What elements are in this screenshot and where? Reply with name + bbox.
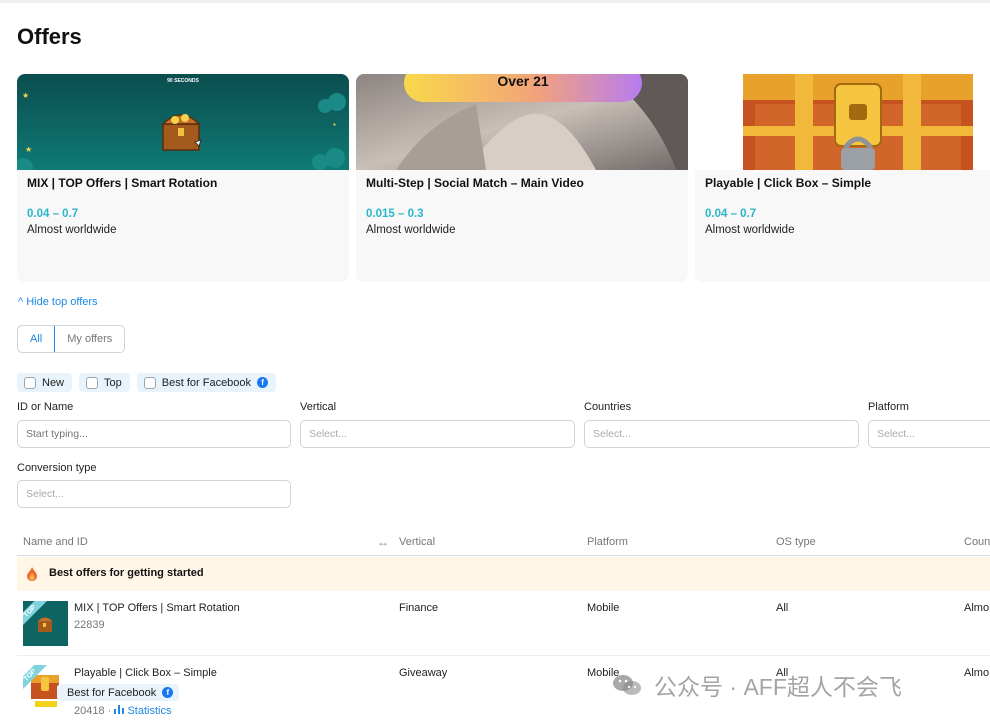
statistics-link[interactable]: Statistics: [114, 705, 171, 717]
svg-text:★: ★: [25, 145, 32, 154]
offer-title: Multi-Step | Social Match – Main Video: [366, 176, 584, 190]
column-os-type[interactable]: OS type: [776, 536, 816, 548]
chip-best-for-facebook[interactable]: Best for Facebook f: [136, 373, 277, 392]
tab-my-offers[interactable]: My offers: [55, 326, 125, 352]
svg-text:90 SECONDS: 90 SECONDS: [167, 78, 199, 84]
offer-geo: Almost worldwide: [27, 224, 117, 236]
column-vertical[interactable]: Vertical: [399, 536, 435, 548]
offer-payout: 0.015 – 0.3: [366, 208, 424, 220]
offer-id: 20418 ·: [74, 705, 115, 717]
offer-title: Playable | Click Box – Simple: [705, 176, 872, 190]
top-offer-card-click-box[interactable]: Playable | Click Box – Simple 0.04 – 0.7…: [695, 74, 990, 282]
top-offer-card-mix[interactable]: ★ ★ ● 90 SECONDS MIX | TOP Offers | Smar…: [17, 74, 349, 282]
table-header: Name and ID ↔ Vertical Platform OS type …: [17, 532, 990, 556]
page-title: Offers: [17, 24, 82, 49]
svg-text:●: ●: [333, 122, 336, 128]
offer-geo: Almost worldwide: [366, 224, 456, 236]
badge-label: Best for Facebook: [67, 686, 157, 699]
offer-countries: Almo: [964, 667, 990, 679]
filter-label-countries: Countries: [584, 401, 632, 413]
offer-banner-chest-lock: [695, 74, 990, 170]
table-row[interactable]: TOP MIX | TOP Offers | Smart Rotation 22…: [17, 592, 990, 655]
id-or-name-input[interactable]: [17, 420, 291, 448]
top-bar: [0, 0, 990, 3]
offer-platform: Mobile: [587, 602, 620, 614]
statistics-label: Statistics: [127, 705, 172, 717]
tab-all[interactable]: All: [18, 326, 56, 352]
offer-countries: Almo: [964, 602, 990, 614]
section-title: Best offers for getting started: [49, 567, 204, 579]
filter-label-conversion-type: Conversion type: [17, 462, 97, 474]
checkbox[interactable]: [86, 376, 99, 389]
facebook-icon: f: [162, 687, 174, 698]
chip-label: Top: [104, 376, 122, 389]
checkbox[interactable]: [143, 376, 156, 389]
filter-label-platform: Platform: [868, 401, 909, 413]
column-name-id[interactable]: Name and ID: [23, 536, 88, 548]
offer-name[interactable]: MIX | TOP Offers | Smart Rotation: [74, 602, 240, 614]
resize-arrows-icon[interactable]: ↔: [377, 535, 389, 549]
offer-os: All: [776, 602, 789, 614]
offer-geo: Almost worldwide: [705, 224, 795, 236]
filter-label-id-name: ID or Name: [17, 401, 74, 413]
offer-title: MIX | TOP Offers | Smart Rotation: [27, 176, 218, 190]
top-offer-card-social-match[interactable]: Over 21 Multi-Step | Social Match – Main…: [356, 74, 688, 282]
offer-id: 22839: [74, 619, 105, 631]
filter-label-vertical: Vertical: [300, 401, 337, 413]
chip-label: Best for Facebook: [161, 376, 252, 389]
svg-text:★: ★: [22, 91, 29, 100]
offer-vertical: Finance: [399, 602, 439, 614]
hide-top-offers-link[interactable]: ^ Hide top offers: [18, 296, 98, 308]
offer-vertical: Giveaway: [399, 667, 448, 679]
banner-caption: SECONDS: [174, 78, 199, 84]
watermark-text: 公众号 · AFF超人不会飞: [654, 674, 902, 700]
best-for-facebook-badge: Best for Facebook f: [57, 684, 180, 701]
bar-chart-icon: [114, 705, 125, 714]
offer-banner-chest: ★ ★ ● 90 SECONDS: [17, 74, 349, 170]
filter-chips: New Top Best for Facebook f: [17, 373, 277, 392]
conversion-type-select[interactable]: Select...: [17, 480, 291, 508]
offer-thumbnail: TOP: [23, 601, 68, 646]
best-offers-section-row: Best offers for getting started: [17, 557, 990, 591]
offer-banner-photo: Over 21: [356, 74, 688, 170]
chip-top[interactable]: Top: [79, 373, 130, 392]
chip-label: New: [42, 376, 65, 389]
offer-id-line: 20418 · Statistics: [74, 705, 171, 717]
checkbox[interactable]: [24, 376, 36, 389]
platform-select[interactable]: Select...: [868, 420, 990, 448]
offer-name[interactable]: Playable | Click Box – Simple: [74, 667, 217, 679]
countries-select[interactable]: Select...: [584, 420, 859, 448]
offer-payout: 0.04 – 0.7: [27, 208, 79, 220]
wechat-watermark: 公众号 · AFF超人不会飞: [612, 668, 902, 702]
column-countries[interactable]: Coun: [964, 536, 990, 548]
facebook-icon: f: [257, 377, 269, 388]
chip-new[interactable]: New: [17, 373, 73, 392]
wechat-icon: [613, 675, 641, 695]
vertical-select[interactable]: Select...: [300, 420, 575, 448]
column-platform[interactable]: Platform: [587, 536, 628, 548]
offers-scope-toggle: All My offers: [17, 325, 126, 353]
banner-caption: Over 21: [497, 74, 549, 89]
offer-payout: 0.04 – 0.7: [705, 208, 757, 220]
fire-icon: [27, 567, 37, 581]
